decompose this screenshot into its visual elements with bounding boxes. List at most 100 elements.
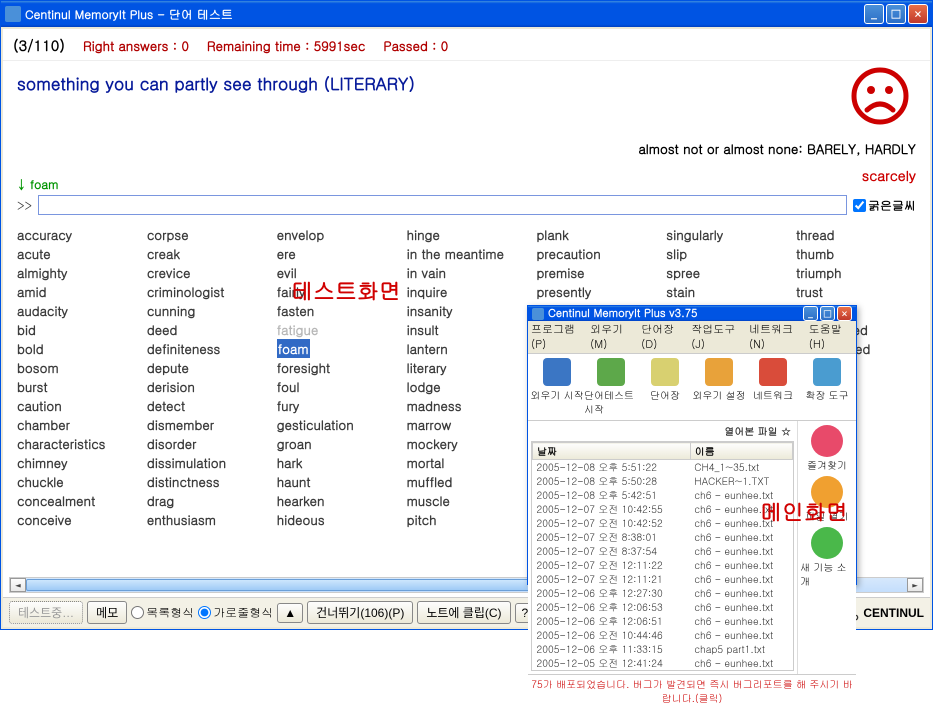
word-item[interactable]: bosom: [17, 358, 137, 377]
word-item[interactable]: fatigue: [277, 320, 397, 339]
recent-file-row[interactable]: 2005-12-07 오전 10:42:55ch6 - eunhee.txt: [533, 502, 793, 516]
word-item[interactable]: dissimulation: [147, 453, 267, 472]
word-item[interactable]: muscle: [407, 491, 527, 510]
word-item[interactable]: dismember: [147, 415, 267, 434]
word-item[interactable]: envelop: [277, 225, 397, 244]
word-item[interactable]: lantern: [407, 339, 527, 358]
popup-maximize-button[interactable]: □: [820, 306, 835, 321]
word-item[interactable]: muffled: [407, 472, 527, 491]
word-item[interactable]: spree: [666, 263, 786, 282]
word-item[interactable]: in vain: [407, 263, 527, 282]
word-item[interactable]: conceive: [17, 510, 137, 529]
recent-file-row[interactable]: 2005-12-06 오후 12:06:53ch6 - eunhee.txt: [533, 600, 793, 614]
word-item[interactable]: acute: [17, 244, 137, 263]
up-button[interactable]: ▲: [277, 603, 303, 623]
popup-menu-item[interactable]: 프로그램(P): [531, 322, 584, 352]
popup-menu-item[interactable]: 외우기(M): [590, 322, 635, 352]
word-item[interactable]: thread: [796, 225, 916, 244]
popup-main-window[interactable]: Centinul MemoryIt Plus v3.75 _ □ × 프로그램(…: [527, 305, 857, 585]
word-item[interactable]: deed: [147, 320, 267, 339]
word-item[interactable]: crevice: [147, 263, 267, 282]
close-button[interactable]: ×: [908, 4, 928, 24]
word-item[interactable]: drag: [147, 491, 267, 510]
word-item[interactable]: groan: [277, 434, 397, 453]
word-item[interactable]: hark: [277, 453, 397, 472]
word-item[interactable]: precaution: [536, 244, 656, 263]
col-date[interactable]: 날짜: [533, 443, 691, 460]
word-item[interactable]: insult: [407, 320, 527, 339]
word-item[interactable]: evil: [277, 263, 397, 282]
recent-files-table[interactable]: 날짜 이름 2005-12-08 오후 5:51:22CH4_1~35.txt 2…: [531, 441, 794, 671]
word-item[interactable]: slip: [666, 244, 786, 263]
word-item[interactable]: presently: [536, 282, 656, 301]
word-item[interactable]: gesticulation: [277, 415, 397, 434]
popup-minimize-button[interactable]: _: [803, 306, 818, 321]
word-item[interactable]: hideous: [277, 510, 397, 529]
word-item[interactable]: ere: [277, 244, 397, 263]
titlebar[interactable]: Centinul MemoryIt Plus - 단어 테스트 _ □ ×: [1, 1, 932, 27]
word-item[interactable]: trust: [796, 282, 916, 301]
word-item[interactable]: detect: [147, 396, 267, 415]
popup-close-button[interactable]: ×: [837, 306, 852, 321]
word-item[interactable]: corpse: [147, 225, 267, 244]
word-item[interactable]: triumph: [796, 263, 916, 282]
recent-file-row[interactable]: 2005-12-05 오전 12:41:24ch6 - eunhee.txt: [533, 656, 793, 670]
word-item[interactable]: chimney: [17, 453, 137, 472]
word-item[interactable]: hinge: [407, 225, 527, 244]
recent-file-row[interactable]: 2005-12-06 오전 10:44:46ch6 - eunhee.txt: [533, 628, 793, 642]
minimize-button[interactable]: _: [864, 4, 884, 24]
popup-tool-button[interactable]: 단어장: [638, 358, 692, 416]
popup-side-button[interactable]: 새 기능 소개: [800, 527, 854, 588]
word-item[interactable]: derision: [147, 377, 267, 396]
word-item[interactable]: concealment: [17, 491, 137, 510]
bold-checkbox-label[interactable]: 굵은글씨: [853, 197, 916, 214]
word-item[interactable]: cunning: [147, 301, 267, 320]
word-item[interactable]: burst: [17, 377, 137, 396]
word-item[interactable]: almighty: [17, 263, 137, 282]
col-name[interactable]: 이름: [690, 443, 792, 460]
word-item[interactable]: chamber: [17, 415, 137, 434]
word-item[interactable]: haunt: [277, 472, 397, 491]
maximize-button[interactable]: □: [886, 4, 906, 24]
recent-file-row[interactable]: 2005-12-07 오전 12:11:22ch6 - eunhee.txt: [533, 558, 793, 572]
word-item[interactable]: madness: [407, 396, 527, 415]
popup-titlebar[interactable]: Centinul MemoryIt Plus v3.75 _ □ ×: [528, 306, 856, 321]
word-item[interactable]: lodge: [407, 377, 527, 396]
answer-input[interactable]: [38, 195, 847, 215]
popup-menu-item[interactable]: 도움말(H): [809, 322, 853, 352]
word-item[interactable]: foresight: [277, 358, 397, 377]
word-item[interactable]: mortal: [407, 453, 527, 472]
recent-file-row[interactable]: 2005-12-06 오후 11:33:15chap5 part1.txt: [533, 642, 793, 656]
skip-button[interactable]: 건너뛰기(106)(P): [307, 601, 413, 624]
clip-note-button[interactable]: 노트에 클립(C): [417, 601, 510, 624]
word-item[interactable]: thumb: [796, 244, 916, 263]
word-item[interactable]: definiteness: [147, 339, 267, 358]
popup-menu-item[interactable]: 작업도구(J): [691, 322, 743, 352]
word-item[interactable]: depute: [147, 358, 267, 377]
word-item[interactable]: audacity: [17, 301, 137, 320]
popup-tool-button[interactable]: 확장 도구: [800, 358, 854, 416]
popup-tool-button[interactable]: 외우기 설정: [692, 358, 746, 416]
word-item[interactable]: chuckle: [17, 472, 137, 491]
word-item[interactable]: fasten: [277, 301, 397, 320]
word-item[interactable]: accuracy: [17, 225, 137, 244]
word-item[interactable]: singularly: [666, 225, 786, 244]
recent-file-row[interactable]: 2005-12-08 오후 5:51:22CH4_1~35.txt: [533, 460, 793, 475]
word-item[interactable]: creak: [147, 244, 267, 263]
word-item[interactable]: characteristics: [17, 434, 137, 453]
word-item[interactable]: stain: [666, 282, 786, 301]
word-item[interactable]: insanity: [407, 301, 527, 320]
word-item[interactable]: premise: [536, 263, 656, 282]
word-item[interactable]: distinctness: [147, 472, 267, 491]
popup-tool-button[interactable]: 네트워크: [746, 358, 800, 416]
word-item[interactable]: enthusiasm: [147, 510, 267, 529]
recent-file-row[interactable]: 2005-12-07 오전 8:37:54ch6 - eunhee.txt: [533, 544, 793, 558]
word-item[interactable]: fairly: [277, 282, 397, 301]
word-item[interactable]: marrow: [407, 415, 527, 434]
word-item[interactable]: pitch: [407, 510, 527, 529]
recent-file-row[interactable]: 2005-12-07 오전 8:38:01ch6 - eunhee.txt: [533, 530, 793, 544]
word-item[interactable]: criminologist: [147, 282, 267, 301]
scroll-right-arrow[interactable]: ►: [907, 578, 923, 592]
word-item[interactable]: mockery: [407, 434, 527, 453]
recent-file-row[interactable]: 2005-12-06 오후 12:06:51ch6 - eunhee.txt: [533, 614, 793, 628]
